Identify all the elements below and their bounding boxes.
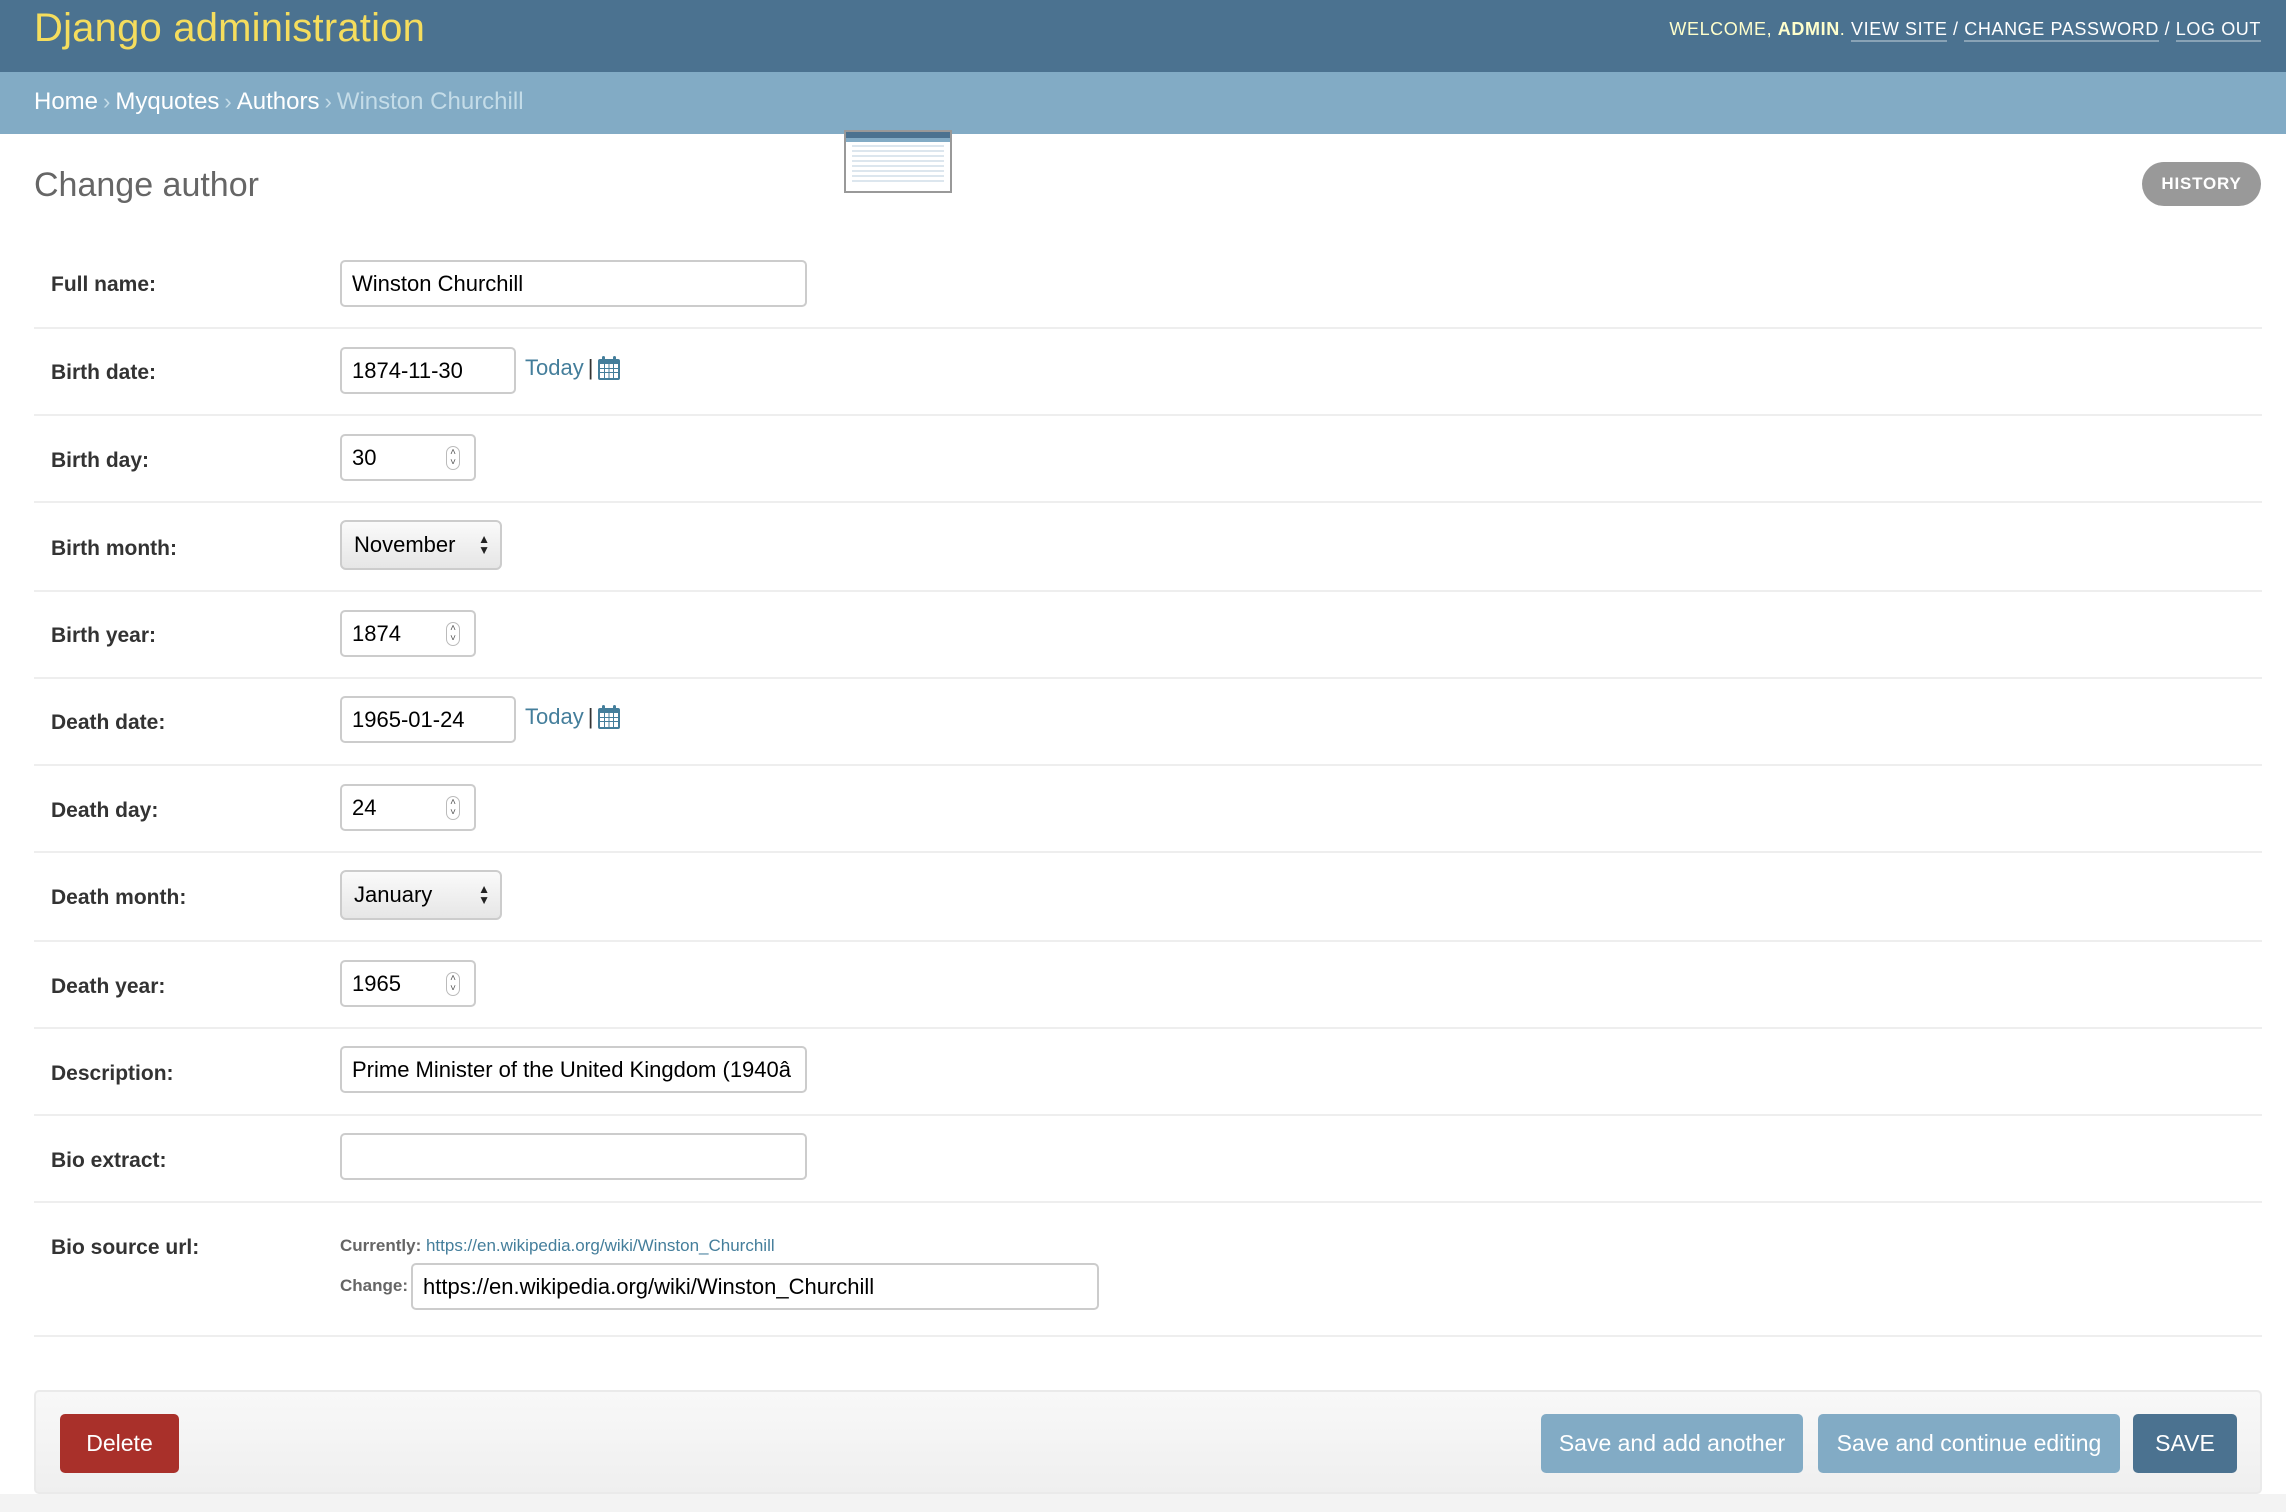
birth-day-label: Birth day:: [51, 449, 150, 472]
death-day-label: Death day:: [51, 799, 159, 822]
breadcrumb-separator: ›: [324, 89, 332, 114]
death-year-label: Death year:: [51, 975, 166, 998]
bio-source-url-currently: Currently: https://en.wikipedia.org/wiki…: [340, 1236, 775, 1256]
birth-date-today-link[interactable]: Today: [525, 355, 584, 381]
change-password-link[interactable]: Change password: [1964, 19, 2159, 42]
form-row-full-name: Full name: Winston Churchill: [34, 240, 2262, 329]
bio-source-url-input[interactable]: https://en.wikipedia.org/wiki/Winston_Ch…: [411, 1263, 1099, 1310]
death-month-value: January: [354, 882, 433, 907]
death-date-today-link[interactable]: Today: [525, 704, 584, 730]
bio-source-url-label: Bio source url:: [51, 1236, 200, 1259]
breadcrumb-home[interactable]: Home: [34, 88, 98, 115]
breadcrumb-myquotes[interactable]: Myquotes: [115, 88, 219, 115]
calendar-icon[interactable]: [597, 704, 621, 730]
form-row-description: Description: Prime Minister of the Unite…: [34, 1029, 2262, 1116]
bio-extract-input[interactable]: [340, 1133, 807, 1180]
save-and-continue-button[interactable]: Save and continue editing: [1818, 1414, 2120, 1473]
death-year-value: 1965: [352, 970, 401, 996]
username: admin: [1777, 19, 1840, 39]
birth-month-select[interactable]: November ▲ ▼: [340, 520, 502, 570]
select-arrows-icon: ▲ ▼: [478, 882, 490, 907]
form-row-bio-source-url: Bio source url: Currently: https://en.wi…: [34, 1203, 2262, 1337]
site-title[interactable]: Django administration: [34, 6, 425, 51]
spinner-icon[interactable]: ˄ ˅: [446, 796, 460, 820]
shortcut-separator: |: [587, 355, 594, 380]
change-label: Change:: [340, 1276, 408, 1295]
header: Django administration Welcome, admin. Vi…: [0, 0, 2286, 72]
form-row-birth-day: Birth day: 30 ˄ ˅: [34, 416, 2262, 503]
breadcrumb-current: Winston Churchill: [336, 88, 524, 115]
log-out-link[interactable]: Log out: [2175, 19, 2261, 42]
form-row-birth-month: Birth month: November ▲ ▼: [34, 503, 2262, 592]
form-row-death-day: Death day: 24 ˄ ˅: [34, 766, 2262, 853]
user-tools: Welcome, admin. View site / Change passw…: [1669, 19, 2261, 42]
breadcrumb-separator: ›: [224, 89, 232, 114]
view-site-link[interactable]: View site: [1851, 19, 1948, 42]
spinner-icon[interactable]: ˄ ˅: [446, 622, 460, 646]
death-month-select[interactable]: January ▲ ▼: [340, 870, 502, 920]
birth-day-value: 30: [352, 444, 377, 470]
bio-extract-label: Bio extract:: [51, 1149, 167, 1172]
breadcrumb-separator: ›: [103, 89, 111, 114]
death-date-shortcuts: Today |: [525, 704, 621, 730]
birth-month-label: Birth month:: [51, 537, 177, 560]
page-footer-band: [0, 1494, 2286, 1512]
save-and-add-another-button[interactable]: Save and add another: [1541, 1414, 1803, 1473]
death-year-input[interactable]: 1965 ˄ ˅: [340, 960, 476, 1007]
welcome-suffix: .: [1839, 19, 1846, 39]
death-day-input[interactable]: 24 ˄ ˅: [340, 784, 476, 831]
history-button[interactable]: History: [2142, 162, 2261, 206]
select-arrows-icon: ▲ ▼: [478, 532, 490, 557]
calendar-icon[interactable]: [597, 355, 621, 381]
death-day-value: 24: [352, 794, 377, 820]
spinner-icon[interactable]: ˄ ˅: [446, 972, 460, 996]
description-input[interactable]: Prime Minister of the United Kingdom (19…: [340, 1046, 807, 1093]
death-date-input[interactable]: 1965-01-24: [340, 696, 516, 743]
submit-row: Delete Save and add another Save and con…: [34, 1390, 2262, 1494]
death-month-label: Death month:: [51, 886, 187, 909]
form-row-death-month: Death month: January ▲ ▼: [34, 853, 2262, 942]
form-row-birth-date: Birth date: 1874-11-30 Today |: [34, 329, 2262, 416]
save-button[interactable]: Save: [2133, 1414, 2237, 1473]
separator: /: [2164, 19, 2171, 39]
birth-date-shortcuts: Today |: [525, 355, 621, 381]
separator: /: [1953, 19, 1959, 39]
form-row-birth-year: Birth year: 1874 ˄ ˅: [34, 592, 2262, 679]
birth-month-value: November: [354, 532, 456, 557]
birth-date-label: Birth date:: [51, 361, 156, 384]
form-row-death-date: Death date: 1965-01-24 Today |: [34, 679, 2262, 766]
current-url-link[interactable]: https://en.wikipedia.org/wiki/Winston_Ch…: [426, 1236, 775, 1255]
birth-date-input[interactable]: 1874-11-30: [340, 347, 516, 394]
form-row-death-year: Death year: 1965 ˄ ˅: [34, 942, 2262, 1029]
currently-label: Currently:: [340, 1236, 422, 1255]
birth-year-input[interactable]: 1874 ˄ ˅: [340, 610, 476, 657]
shortcut-separator: |: [587, 704, 594, 729]
welcome-text: Welcome,: [1669, 19, 1778, 39]
spinner-icon[interactable]: ˄ ˅: [446, 446, 460, 470]
full-name-label: Full name:: [51, 273, 157, 296]
delete-button[interactable]: Delete: [60, 1414, 179, 1473]
form-row-bio-extract: Bio extract:: [34, 1116, 2262, 1203]
death-date-label: Death date:: [51, 711, 166, 734]
birth-day-input[interactable]: 30 ˄ ˅: [340, 434, 476, 481]
full-name-input[interactable]: Winston Churchill: [340, 260, 807, 307]
breadcrumb: Home › Myquotes › Authors › Winston Churchill: [0, 72, 2286, 134]
description-label: Description:: [51, 1062, 174, 1085]
screenshot-thumbnail: [844, 130, 952, 193]
breadcrumb-authors[interactable]: Authors: [237, 88, 320, 115]
birth-year-value: 1874: [352, 620, 401, 646]
page-title: Change author: [34, 166, 259, 204]
birth-year-label: Birth year:: [51, 624, 157, 647]
